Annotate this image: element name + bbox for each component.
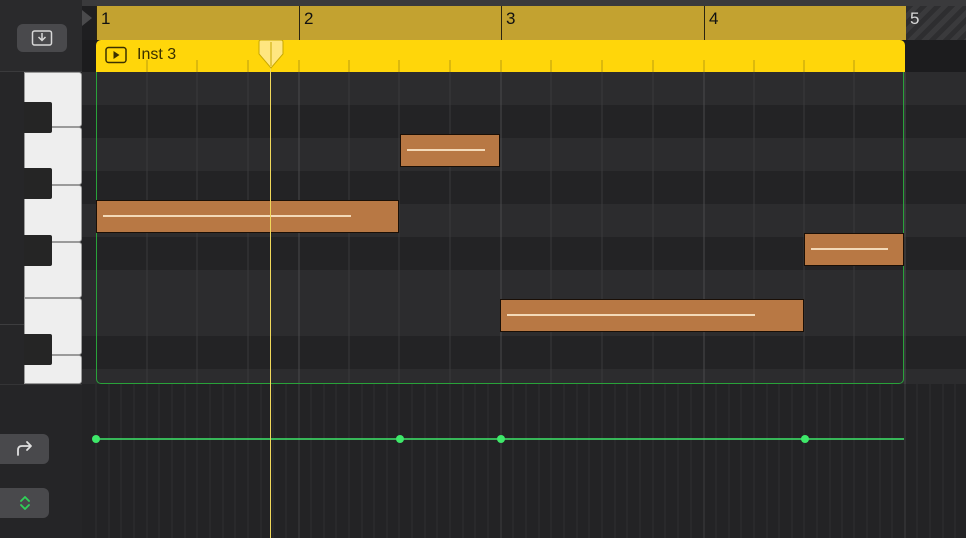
automation-point[interactable] [396,435,404,443]
automation-point[interactable] [497,435,505,443]
piano-black-key[interactable] [24,235,52,266]
automation-point[interactable] [801,435,809,443]
piano-black-key[interactable] [24,168,52,199]
ruler-start-marker-icon [82,10,92,26]
divider [0,324,24,325]
bar-number: 4 [709,9,719,28]
import-icon [31,30,53,46]
playhead-handle-icon[interactable] [257,40,285,70]
automation-parameter-stepper[interactable] [0,488,49,518]
bar-marker [96,6,97,40]
bar-number: 1 [101,9,111,28]
redo-button[interactable] [0,434,49,464]
bar-number: 3 [506,9,516,28]
automation-lane[interactable] [82,384,966,538]
velocity-line [407,149,485,151]
redo-arrow-icon [16,441,32,456]
piano-black-key[interactable] [24,334,52,365]
velocity-line [103,215,351,217]
velocity-line [811,248,888,250]
bar-marker [299,6,300,40]
automation-point[interactable] [92,435,100,443]
bar-marker [704,6,705,40]
midi-note[interactable] [804,233,904,266]
playhead-line[interactable] [270,40,271,538]
bar-number: 5 [910,9,920,28]
automation-curve[interactable] [82,384,966,538]
piano-black-key[interactable] [24,102,52,133]
region-header-ticks [146,60,855,72]
midi-note[interactable] [500,299,804,332]
velocity-line [507,314,755,316]
import-button[interactable] [17,24,67,52]
bar-marker [501,6,502,40]
region-header[interactable]: Inst 3 [96,40,905,72]
bar-number: 2 [304,9,314,28]
midi-note[interactable] [96,200,399,233]
midi-note[interactable] [400,134,500,167]
stepper-icon [19,496,30,510]
